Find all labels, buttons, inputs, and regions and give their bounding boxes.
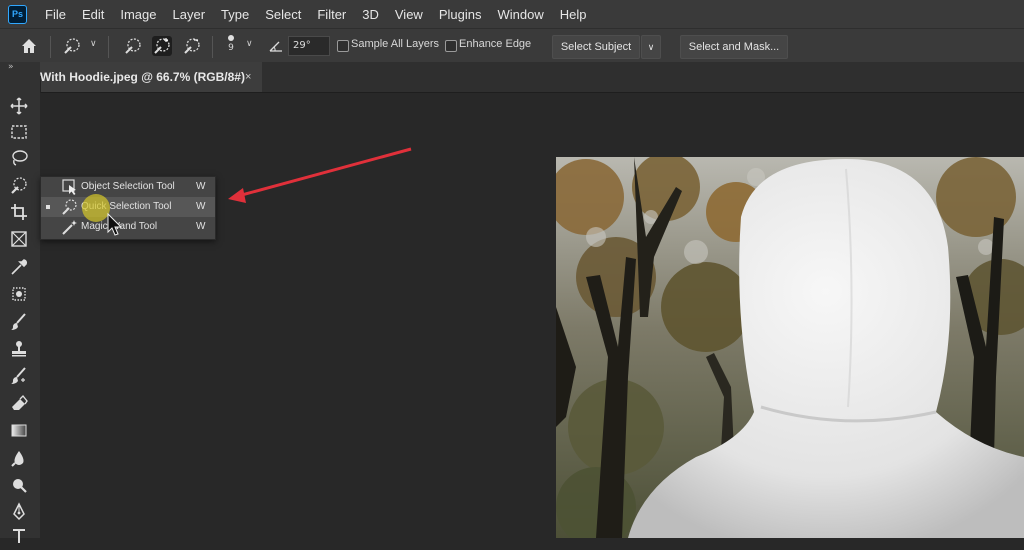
clone-stamp-tool-icon[interactable] xyxy=(9,339,31,361)
menu-layer[interactable]: Layer xyxy=(165,7,214,22)
panel-collapse-button[interactable]: » xyxy=(0,62,40,76)
flyout-item-label: Magic Wand Tool xyxy=(81,221,158,232)
select-and-mask-button[interactable]: Select and Mask... xyxy=(680,35,788,59)
document-tab-bar: With Hoodie.jpeg @ 66.7% (RGB/8#) × xyxy=(40,62,1024,93)
quick-selection-tool-icon[interactable] xyxy=(9,176,31,198)
healing-tool-icon[interactable] xyxy=(9,284,31,306)
eyedropper-tool-icon[interactable] xyxy=(9,257,31,279)
move-tool-icon[interactable] xyxy=(9,96,31,118)
menu-edit[interactable]: Edit xyxy=(74,7,112,22)
menu-image[interactable]: Image xyxy=(112,7,164,22)
angle-icon xyxy=(266,36,286,56)
brush-dot-icon xyxy=(228,35,234,41)
cursor-highlight xyxy=(82,194,110,222)
brush-size-value: 9 xyxy=(228,43,234,53)
flyout-item-object-selection[interactable]: Object Selection Tool W xyxy=(41,177,215,197)
select-subject-dropdown[interactable]: ∨ xyxy=(641,35,661,59)
crop-tool-icon[interactable] xyxy=(9,202,31,224)
flyout-item-shortcut: W xyxy=(196,201,206,212)
gradient-tool-icon[interactable] xyxy=(9,420,31,442)
enhance-edge-checkbox[interactable] xyxy=(445,40,457,52)
options-bar: ∨ 9 ∨ 29° Sample All Layers Enhance Edge… xyxy=(0,28,1024,64)
menu-file[interactable]: File xyxy=(37,7,74,22)
chevron-down-icon[interactable]: ∨ xyxy=(246,39,253,49)
brush-size-picker[interactable]: 9 xyxy=(224,32,238,53)
chevron-down-icon: ∨ xyxy=(647,42,655,52)
photoshop-logo: Ps xyxy=(8,4,27,24)
brush-preset-icon[interactable] xyxy=(62,36,82,56)
flyout-item-shortcut: W xyxy=(196,181,206,192)
menu-3d[interactable]: 3D xyxy=(354,7,387,22)
blur-tool-icon[interactable] xyxy=(9,448,31,470)
enhance-edge-label: Enhance Edge xyxy=(459,38,532,50)
quick-selection-icon xyxy=(61,198,79,216)
sample-all-layers-label: Sample All Layers xyxy=(351,38,440,50)
menu-help[interactable]: Help xyxy=(552,7,595,22)
sample-all-layers-checkbox[interactable] xyxy=(337,40,349,52)
lasso-tool-icon[interactable] xyxy=(9,148,31,170)
active-tool-marker xyxy=(46,205,50,209)
select-subject-button[interactable]: Select Subject xyxy=(552,35,640,59)
flyout-item-label: Object Selection Tool xyxy=(81,181,175,192)
magic-wand-icon xyxy=(61,218,79,236)
separator xyxy=(108,36,109,58)
menu-bar: Ps File Edit Image Layer Type Select Fil… xyxy=(0,0,1024,28)
close-icon[interactable]: × xyxy=(245,62,251,92)
flyout-item-magic-wand[interactable]: Magic Wand Tool W xyxy=(41,217,215,237)
tools-panel xyxy=(0,76,41,543)
dodge-tool-icon[interactable] xyxy=(9,475,31,497)
separator xyxy=(50,36,51,58)
selection-tools-flyout: Object Selection Tool W Quick Selection … xyxy=(40,176,216,240)
document-tab-title: With Hoodie.jpeg @ 66.7% (RGB/8#) xyxy=(40,70,245,84)
separator xyxy=(212,36,213,58)
menu-view[interactable]: View xyxy=(387,7,431,22)
menu-plugins[interactable]: Plugins xyxy=(431,7,490,22)
subtract-from-selection-icon[interactable] xyxy=(182,36,202,56)
menu-select[interactable]: Select xyxy=(257,7,309,22)
object-selection-icon xyxy=(61,178,79,196)
add-to-selection-icon[interactable] xyxy=(152,36,172,56)
flyout-item-quick-selection[interactable]: Quick Selection Tool W xyxy=(41,197,215,217)
angle-input[interactable]: 29° xyxy=(288,36,330,56)
frame-tool-icon[interactable] xyxy=(9,229,31,251)
brush-tool-icon[interactable] xyxy=(9,312,31,334)
eraser-tool-icon[interactable] xyxy=(9,393,31,415)
document-image[interactable] xyxy=(556,157,1024,538)
flyout-item-shortcut: W xyxy=(196,221,206,232)
document-tab[interactable]: With Hoodie.jpeg @ 66.7% (RGB/8#) × xyxy=(40,62,262,92)
menu-filter[interactable]: Filter xyxy=(309,7,354,22)
marquee-tool-icon[interactable] xyxy=(9,122,31,144)
menu-type[interactable]: Type xyxy=(213,7,257,22)
home-icon[interactable] xyxy=(19,36,39,56)
history-brush-tool-icon[interactable] xyxy=(9,366,31,388)
menu-window[interactable]: Window xyxy=(489,7,551,22)
pen-tool-icon[interactable] xyxy=(9,502,31,524)
chevron-down-icon[interactable]: ∨ xyxy=(90,39,97,49)
new-selection-icon[interactable] xyxy=(123,36,143,56)
type-tool-icon[interactable] xyxy=(9,526,31,548)
